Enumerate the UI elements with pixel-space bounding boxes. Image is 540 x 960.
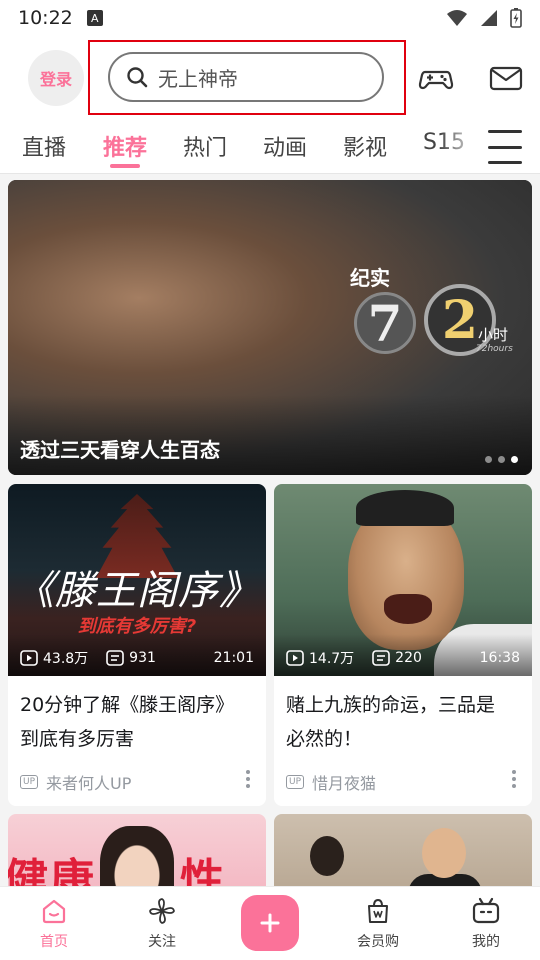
nav-following[interactable]: 关注: [122, 897, 202, 951]
video-thumbnail: 《滕王阁序》 到底有多厉害? 43.8万 931 21:01: [8, 484, 266, 676]
danmaku-stat: 220: [372, 650, 422, 666]
video-title: 20分钟了解《滕王阁序》 到底有多厉害: [20, 688, 258, 756]
tab-menu-button[interactable]: [488, 130, 522, 164]
tab-anime[interactable]: 动画: [263, 130, 307, 162]
nav-vip-shop[interactable]: 会员购: [338, 897, 418, 951]
game-controller-icon[interactable]: [418, 60, 454, 96]
search-bar[interactable]: 无上神帝: [108, 52, 384, 102]
carousel-dot-active: [511, 456, 518, 463]
view-count: 43.8万: [43, 651, 89, 667]
tab-live[interactable]: 直播: [22, 130, 66, 162]
uploader-info[interactable]: UP 惜月夜猫: [286, 770, 376, 794]
top-header: 登录 无上神帝: [0, 36, 540, 120]
nav-label: 首页: [40, 934, 68, 950]
video-title: 赌上九族的命运，三品是 必然的！: [286, 688, 524, 756]
banner-hours-en-label: 72hours: [476, 344, 513, 354]
banner-carousel[interactable]: 纪实 7 2 小时 72hours 透过三天看穿人生百态: [8, 180, 532, 475]
menu-line: [488, 130, 522, 133]
menu-line: [488, 161, 522, 164]
uploader-name: 来者何人UP: [46, 774, 132, 793]
status-indicators: [446, 8, 522, 28]
tabs-divider: [0, 173, 540, 174]
play-count-icon: [20, 650, 38, 666]
video-title-line: 20分钟了解《滕王阁序》: [20, 694, 235, 716]
video-title-line: 必然的！: [286, 728, 363, 750]
notification-a-icon: A: [86, 10, 103, 26]
carousel-dots: [485, 456, 518, 463]
nav-label: 关注: [148, 934, 176, 950]
danmaku-count: 931: [129, 650, 156, 666]
video-card[interactable]: 14.7万 220 16:38 赌上九族的命运，三品是 必然的！ UP 惜月夜猫: [274, 484, 532, 806]
tabs-fade: [440, 120, 480, 174]
up-badge-icon: UP: [20, 775, 39, 789]
video-thumbnail: 14.7万 220 16:38: [274, 484, 532, 676]
views-stat: 14.7万: [286, 648, 354, 668]
more-options-icon[interactable]: [246, 770, 250, 788]
danmaku-count: 220: [395, 650, 422, 666]
tv-icon: [472, 897, 500, 924]
active-tab-indicator: [110, 164, 140, 168]
danmaku-icon: [106, 650, 124, 666]
nav-profile[interactable]: 我的: [446, 897, 526, 951]
view-count: 14.7万: [309, 651, 355, 667]
search-placeholder: 无上神帝: [158, 66, 238, 91]
category-tabs: 直播 推荐 热门 动画 影视 S15: [0, 120, 540, 174]
thumbnail-figure-cap: [356, 490, 454, 526]
banner-documentary-label: 纪实: [350, 266, 390, 290]
thumbnail-figure: [310, 836, 344, 876]
video-title-line: 赌上九族的命运，三品是: [286, 694, 496, 716]
shopping-bag-icon: [368, 898, 388, 923]
video-title-line: 到底有多厉害: [20, 728, 135, 750]
signal-icon: [481, 10, 497, 26]
mail-icon[interactable]: [488, 60, 524, 96]
thumbnail-figure: [422, 828, 466, 878]
carousel-dot: [498, 456, 505, 463]
battery-charging-icon: [510, 8, 522, 28]
bottom-nav: 首页 关注 会员购 我的: [0, 886, 540, 960]
danmaku-stat: 931: [106, 650, 156, 666]
play-count-icon: [286, 650, 304, 666]
carousel-dot: [485, 456, 492, 463]
tab-popular[interactable]: 热门: [183, 130, 227, 162]
video-stats: 14.7万 220 16:38: [286, 648, 520, 668]
views-stat: 43.8万: [20, 648, 88, 668]
tab-film-tv[interactable]: 影视: [343, 130, 387, 162]
up-badge-icon: UP: [286, 775, 305, 789]
search-icon: [127, 67, 148, 88]
status-time: 10:22: [18, 7, 73, 29]
nav-home[interactable]: 首页: [14, 897, 94, 951]
video-stats: 43.8万 931 21:01: [20, 648, 254, 668]
upload-button[interactable]: [241, 895, 299, 951]
uploader-info[interactable]: UP 来者何人UP: [20, 770, 131, 794]
status-bar: 10:22 A: [0, 0, 540, 36]
wifi-icon: [447, 10, 467, 26]
home-icon: [42, 899, 66, 924]
banner-digit-seven: 7: [354, 292, 416, 354]
tab-recommend[interactable]: 推荐: [103, 130, 147, 162]
pinwheel-icon: [149, 898, 175, 924]
video-duration: 21:01: [213, 650, 254, 666]
menu-line: [488, 145, 522, 149]
plus-icon: [260, 913, 280, 933]
login-button[interactable]: 登录: [28, 50, 84, 106]
banner-hours-label: 小时: [478, 326, 509, 344]
video-duration: 16:38: [479, 650, 520, 666]
uploader-name: 惜月夜猫: [312, 774, 377, 793]
danmaku-icon: [372, 650, 390, 666]
video-card[interactable]: 《滕王阁序》 到底有多厉害? 43.8万 931 21:01 20分钟了解《滕王…: [8, 484, 266, 806]
nav-label: 会员购: [357, 934, 399, 950]
banner-caption: 透过三天看穿人生百态: [20, 438, 220, 462]
thumbnail-figure-mouth: [384, 594, 432, 624]
more-options-icon[interactable]: [512, 770, 516, 788]
nav-label: 我的: [472, 934, 500, 950]
thumbnail-title-text: 《滕王阁序》: [14, 568, 260, 614]
